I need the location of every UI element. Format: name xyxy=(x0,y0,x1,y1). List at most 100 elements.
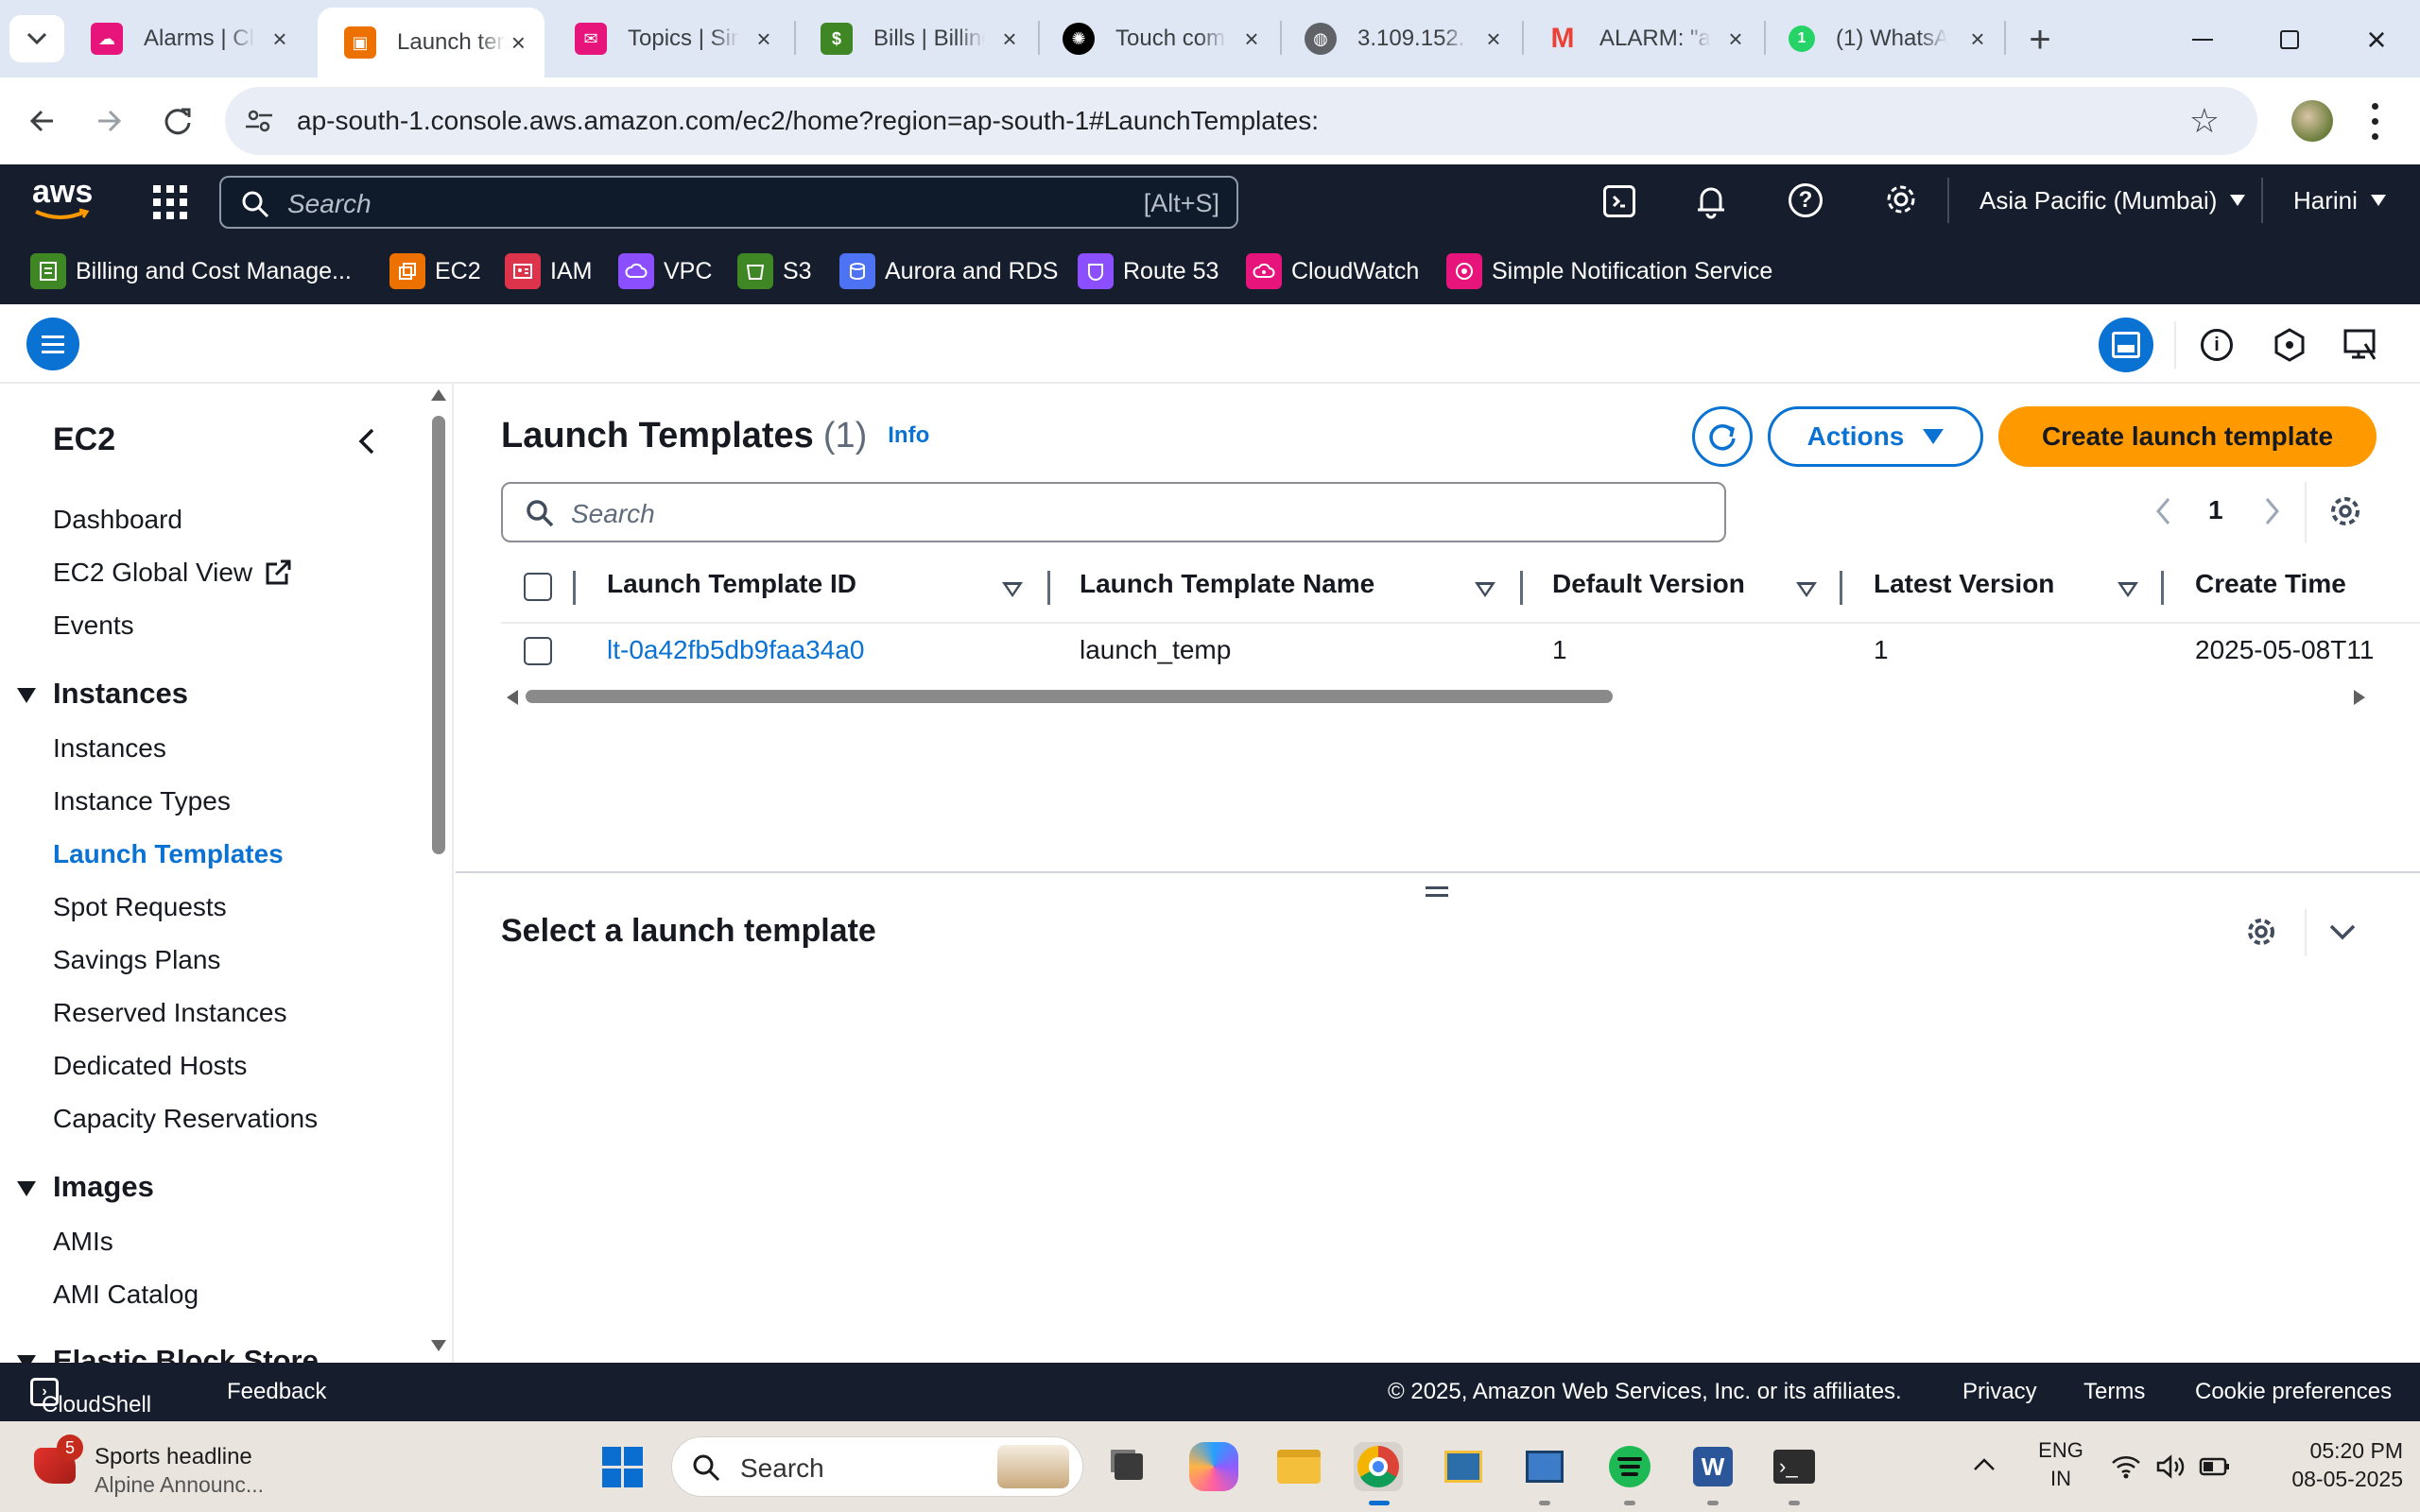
resources-panel-icon[interactable] xyxy=(2273,327,2307,363)
sidebar-scrollbar[interactable] xyxy=(425,384,452,1363)
close-window-button[interactable]: × xyxy=(2348,19,2405,60)
browser-tab-ip[interactable]: ◍ 3.109.152. × xyxy=(1278,9,1520,68)
sidebar-item-dashboard[interactable]: Dashboard xyxy=(53,505,182,535)
sort-icon[interactable] xyxy=(2118,582,2138,597)
favorite-sns[interactable]: Simple Notification Service xyxy=(1446,251,1772,291)
windows-start-icon[interactable] xyxy=(597,1442,647,1491)
favorite-route53[interactable]: Route 53 xyxy=(1078,251,1219,291)
select-all-checkbox[interactable] xyxy=(524,573,552,601)
news-widget[interactable]: 5 Sports headline Alpine Announc... xyxy=(28,1433,293,1501)
caret-down-icon[interactable] xyxy=(17,1355,36,1363)
favorite-billing[interactable]: Billing and Cost Manage... xyxy=(30,251,352,291)
sidebar-section-instances[interactable]: Instances xyxy=(53,677,188,711)
favorite-aurora-rds[interactable]: Aurora and RDS xyxy=(839,251,1058,291)
sidebar-item-dedicated-hosts[interactable]: Dedicated Hosts xyxy=(53,1051,247,1081)
column-header-id[interactable]: Launch Template ID xyxy=(607,569,856,599)
taskbar-search[interactable]: Search xyxy=(671,1436,1083,1497)
sidebar-item-savings-plans[interactable]: Savings Plans xyxy=(53,945,220,975)
browser-tab-alarms[interactable]: ☁ Alarms | CloudWatch × xyxy=(64,9,306,68)
collapse-split-panel-button[interactable] xyxy=(2327,922,2358,943)
address-bar[interactable]: ap-south-1.console.aws.amazon.com/ec2/ho… xyxy=(225,87,2257,155)
sidebar-section-images[interactable]: Images xyxy=(53,1170,154,1204)
launch-template-id-link[interactable]: lt-0a42fb5db9faa34a0 xyxy=(607,635,864,665)
word-icon[interactable]: W xyxy=(1688,1442,1737,1491)
split-panel-resize-handle[interactable] xyxy=(1426,886,1448,900)
region-selector[interactable]: Asia Pacific (Mumbai) xyxy=(1979,180,2246,221)
tab-search-button[interactable] xyxy=(9,15,64,62)
settings-gear-icon[interactable] xyxy=(1883,181,1919,217)
row-checkbox[interactable] xyxy=(524,637,552,665)
browser-tab-chatgpt[interactable]: ✺ Touch com × xyxy=(1036,9,1278,68)
sidebar-item-instance-types[interactable]: Instance Types xyxy=(53,786,231,816)
sidebar-item-launch-templates[interactable]: Launch Templates xyxy=(53,839,284,869)
file-explorer-icon[interactable] xyxy=(1274,1442,1323,1491)
column-header-name[interactable]: Launch Template Name xyxy=(1080,569,1374,599)
favorite-ec2[interactable]: EC2 xyxy=(389,251,481,291)
side-nav-toggle[interactable] xyxy=(26,318,79,370)
user-menu[interactable]: Harini xyxy=(2293,180,2386,221)
current-page[interactable]: 1 xyxy=(2208,495,2223,525)
favorite-s3[interactable]: S3 xyxy=(737,251,812,291)
table-search-input[interactable]: Search xyxy=(501,482,1726,542)
profile-avatar[interactable] xyxy=(2291,100,2333,142)
browser-tab-bills[interactable]: $ Bills | Billing and Cost Management × xyxy=(794,9,1036,68)
new-tab-button[interactable]: + xyxy=(2014,13,2066,66)
reload-button[interactable] xyxy=(153,96,202,146)
caret-down-icon[interactable] xyxy=(17,688,36,703)
column-header-latest-version[interactable]: Latest Version xyxy=(1874,569,2054,599)
table-preferences-button[interactable] xyxy=(2327,493,2363,529)
sidebar-item-amis[interactable]: AMIs xyxy=(53,1227,113,1257)
next-page-button[interactable] xyxy=(2261,495,2282,527)
sidebar-item-global-view[interactable]: EC2 Global View xyxy=(53,558,292,588)
table-row[interactable]: lt-0a42fb5db9faa34a0 launch_temp 1 1 202… xyxy=(501,624,2420,679)
sort-icon[interactable] xyxy=(1475,582,1495,597)
close-tab-icon[interactable]: × xyxy=(1964,25,1991,53)
favorite-cloudwatch[interactable]: CloudWatch xyxy=(1246,251,1419,291)
privacy-link[interactable]: Privacy xyxy=(1962,1379,2037,1405)
info-panel-icon[interactable]: i xyxy=(2201,329,2233,361)
show-hidden-icons-button[interactable] xyxy=(1972,1455,1996,1472)
table-horizontal-scrollbar[interactable] xyxy=(507,684,2365,709)
bookmark-star-icon[interactable]: ☆ xyxy=(2189,104,2220,138)
column-header-default-version[interactable]: Default Version xyxy=(1552,569,1745,599)
browser-tab-topics[interactable]: ✉ Topics | Simple Notification Service × xyxy=(548,9,790,68)
favorite-iam[interactable]: IAM xyxy=(505,251,592,291)
close-tab-icon[interactable]: × xyxy=(1722,25,1749,53)
close-tab-icon[interactable]: × xyxy=(506,28,531,57)
notifications-panel-icon[interactable] xyxy=(2342,327,2378,363)
column-header-create-time[interactable]: Create Time xyxy=(2195,569,2346,599)
spotify-icon[interactable] xyxy=(1605,1442,1654,1491)
chrome-icon[interactable] xyxy=(1354,1442,1403,1491)
browser-tab-launch-templates[interactable]: ▣ Launch templates | EC2 × xyxy=(318,8,544,77)
actions-dropdown-button[interactable]: Actions xyxy=(1768,406,1983,467)
sidebar-item-spot-requests[interactable]: Spot Requests xyxy=(53,892,227,922)
split-panel-toggle[interactable] xyxy=(2099,318,2153,372)
system-tray[interactable] xyxy=(2110,1450,2231,1484)
network-tool-icon[interactable] xyxy=(1439,1442,1488,1491)
task-view-icon[interactable] xyxy=(1104,1442,1153,1491)
notifications-bell-icon[interactable] xyxy=(1694,183,1728,219)
close-tab-icon[interactable]: × xyxy=(996,25,1023,53)
sidebar-item-events[interactable]: Events xyxy=(53,610,134,641)
cloudshell-icon[interactable] xyxy=(1603,185,1635,217)
sort-icon[interactable] xyxy=(1002,582,1023,597)
help-icon[interactable]: ? xyxy=(1789,183,1823,217)
clock[interactable]: 05:20 PM 08-05-2025 xyxy=(2261,1436,2403,1493)
aws-search-input[interactable]: Search [Alt+S] xyxy=(219,176,1238,229)
sidebar-section-ebs[interactable]: Elastic Block Store xyxy=(53,1344,319,1363)
forward-button[interactable] xyxy=(83,96,132,146)
close-tab-icon[interactable]: × xyxy=(267,25,293,53)
sidebar-item-ami-catalog[interactable]: AMI Catalog xyxy=(53,1280,199,1310)
refresh-button[interactable] xyxy=(1692,406,1753,467)
aws-logo[interactable]: aws xyxy=(32,176,93,225)
browser-tab-gmail[interactable]: M ALARM: "a × xyxy=(1520,9,1762,68)
minimize-button[interactable] xyxy=(2174,19,2231,60)
url-text[interactable]: ap-south-1.console.aws.amazon.com/ec2/ho… xyxy=(297,87,1319,155)
maximize-button[interactable] xyxy=(2261,19,2318,60)
cookie-preferences-link[interactable]: Cookie preferences xyxy=(2195,1379,2392,1405)
sidebar-title[interactable]: EC2 xyxy=(53,421,115,458)
feedback-link[interactable]: Feedback xyxy=(227,1379,326,1405)
sort-icon[interactable] xyxy=(1796,582,1817,597)
previous-page-button[interactable] xyxy=(2153,495,2174,527)
back-button[interactable] xyxy=(19,96,68,146)
